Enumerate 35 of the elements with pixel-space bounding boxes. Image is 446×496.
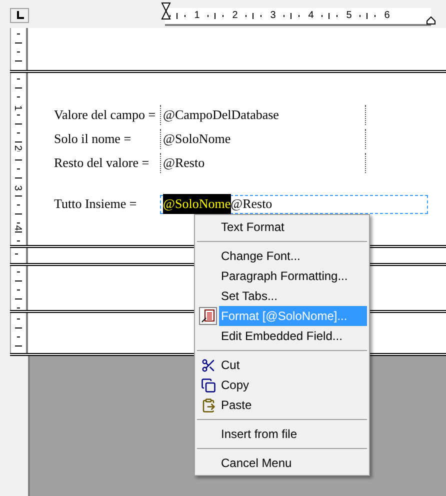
- menu-item[interactable]: Paste: [219, 395, 367, 415]
- menu-item[interactable]: Cancel Menu: [219, 453, 367, 473]
- ruler-ticks: [15, 318, 22, 347]
- tab-stop-icon: [16, 11, 24, 20]
- ruler-number: 6: [383, 11, 391, 21]
- menu-item[interactable]: Insert from file: [219, 424, 367, 444]
- embedded-field[interactable]: @SoloNome: [163, 194, 231, 214]
- ruler-number: 3: [269, 11, 277, 21]
- field-label: Tutto Insieme =: [54, 195, 138, 214]
- menu-item[interactable]: Edit Embedded Field...: [219, 326, 367, 346]
- format-icon: [199, 307, 217, 325]
- embedded-field[interactable]: @Resto: [160, 153, 366, 173]
- field-label: Solo il nome =: [54, 130, 132, 148]
- scissors-icon: [200, 358, 216, 372]
- ruler-number: 1: [193, 11, 201, 21]
- ruler-ticks: [15, 253, 18, 255]
- tab-stop-button[interactable]: [10, 8, 29, 23]
- menu-item[interactable]: Copy: [219, 375, 367, 395]
- ruler-number: 2: [231, 11, 239, 21]
- embedded-field[interactable]: @Resto: [230, 194, 272, 214]
- ruler-ticks: [15, 33, 22, 62]
- copy-icon: [200, 378, 216, 392]
- menu-item[interactable]: Text Format: [219, 217, 367, 237]
- ruler-number: 3: [12, 185, 22, 191]
- menu-item[interactable]: Set Tabs...: [219, 286, 367, 306]
- field-label: Resto del valore =: [54, 154, 150, 172]
- menu-item[interactable]: Change Font...: [219, 246, 367, 266]
- field-label: Valore del campo =: [54, 106, 157, 124]
- ruler-number: 4: [307, 11, 315, 21]
- clipboard-icon: [200, 398, 216, 412]
- ruler-number: 5: [345, 11, 353, 21]
- embedded-field[interactable]: @SoloNome: [160, 129, 366, 149]
- menu-item[interactable]: Paragraph Formatting...: [219, 266, 367, 286]
- menu-item[interactable]: Cut: [219, 355, 367, 375]
- embedded-field[interactable]: @CampoDelDatabase: [160, 105, 366, 125]
